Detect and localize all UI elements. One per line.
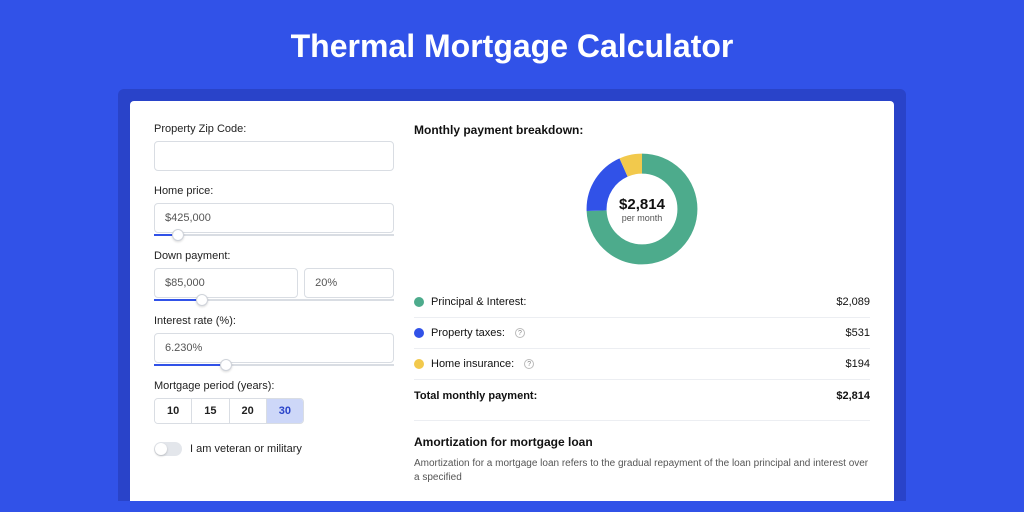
period-15-button[interactable]: 15 [192,399,229,423]
legend-principal-left: Principal & Interest: [414,296,526,308]
down-payment-row [154,268,394,298]
legend-principal-row: Principal & Interest: $2,089 [414,287,870,318]
period-20-button[interactable]: 20 [230,399,267,423]
down-payment-slider[interactable] [154,299,394,301]
veteran-row: I am veteran or military [154,442,394,456]
interest-slider-thumb[interactable] [220,359,232,371]
legend-principal-label: Principal & Interest: [431,296,526,308]
dot-blue-icon [414,328,424,338]
legend-insurance-left: Home insurance: ? [414,358,534,370]
total-value: $2,814 [836,390,870,402]
down-payment-slider-thumb[interactable] [196,294,208,306]
zip-group: Property Zip Code: [154,123,394,171]
home-price-input[interactable] [154,203,394,233]
down-payment-slider-fill [154,299,202,301]
legend-taxes-left: Property taxes: ? [414,327,525,339]
legend-insurance-label: Home insurance: [431,358,514,370]
down-payment-input[interactable] [154,268,298,298]
home-price-slider[interactable] [154,234,394,236]
period-group: Mortgage period (years): 10 15 20 30 [154,380,394,424]
zip-label: Property Zip Code: [154,123,394,135]
home-price-group: Home price: [154,185,394,236]
dot-green-icon [414,297,424,307]
period-30-button[interactable]: 30 [267,399,303,423]
donut-chart-wrap: $2,814 per month [414,149,870,269]
home-price-label: Home price: [154,185,394,197]
amortization-block: Amortization for mortgage loan Amortizat… [414,420,870,485]
interest-label: Interest rate (%): [154,315,394,327]
amortization-text: Amortization for a mortgage loan refers … [414,457,870,485]
donut-sub: per month [622,213,663,223]
legend-insurance-value: $194 [846,358,870,370]
legend-taxes-label: Property taxes: [431,327,505,339]
donut-chart: $2,814 per month [582,149,702,269]
donut-amount: $2,814 [619,196,665,213]
form-column: Property Zip Code: Home price: Down paym… [154,123,394,501]
info-icon[interactable]: ? [524,359,534,369]
down-payment-label: Down payment: [154,250,394,262]
period-label: Mortgage period (years): [154,380,394,392]
down-payment-pct-input[interactable] [304,268,394,298]
down-payment-group: Down payment: [154,250,394,301]
donut-center: $2,814 per month [582,149,702,269]
info-icon[interactable]: ? [515,328,525,338]
home-price-slider-thumb[interactable] [172,229,184,241]
veteran-label: I am veteran or military [190,443,302,455]
legend-taxes-value: $531 [846,327,870,339]
legend-taxes-row: Property taxes: ? $531 [414,318,870,349]
dot-yellow-icon [414,359,424,369]
interest-input[interactable] [154,333,394,363]
legend-insurance-row: Home insurance: ? $194 [414,349,870,380]
page-title: Thermal Mortgage Calculator [0,0,1024,89]
period-buttons: 10 15 20 30 [154,398,304,424]
veteran-toggle[interactable] [154,442,182,456]
breakdown-column: Monthly payment breakdown: $2,814 per mo… [414,123,870,501]
interest-slider-fill [154,364,226,366]
total-label: Total monthly payment: [414,390,537,402]
zip-input[interactable] [154,141,394,171]
interest-slider[interactable] [154,364,394,366]
total-row: Total monthly payment: $2,814 [414,380,870,416]
calculator-card: Property Zip Code: Home price: Down paym… [130,101,894,501]
breakdown-title: Monthly payment breakdown: [414,123,870,137]
interest-group: Interest rate (%): [154,315,394,366]
content-band: Property Zip Code: Home price: Down paym… [118,89,906,501]
amortization-title: Amortization for mortgage loan [414,435,870,449]
legend-principal-value: $2,089 [836,296,870,308]
period-10-button[interactable]: 10 [155,399,192,423]
